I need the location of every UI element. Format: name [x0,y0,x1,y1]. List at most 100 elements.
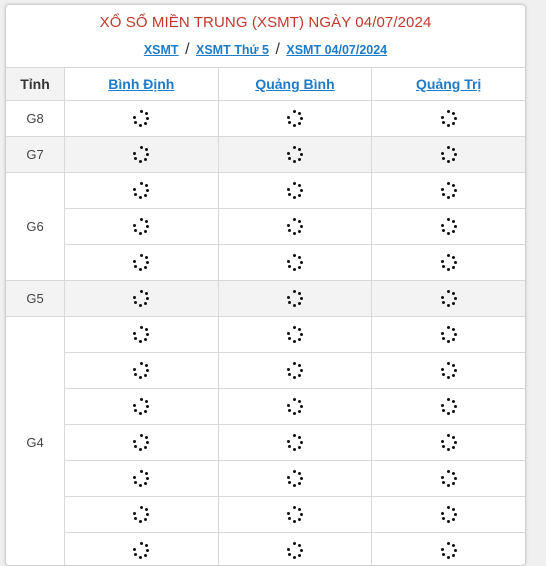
result-cell [65,209,219,245]
result-cell [372,137,526,173]
result-cell [218,317,372,353]
table-row [6,497,526,533]
prize-label: G6 [6,173,65,281]
loading-spinner-icon [441,398,457,414]
table-row [6,245,526,281]
loading-spinner-icon [133,362,149,378]
loading-spinner-icon [441,362,457,378]
loading-spinner-icon [133,470,149,486]
loading-spinner-icon [133,110,149,126]
result-cell [218,461,372,497]
results-table: Tỉnh Bình Định Quảng Bình Quảng Trị G8G7… [5,67,526,566]
loading-spinner-icon [441,218,457,234]
province-column-header: Quảng Trị [372,68,526,101]
result-cell [218,389,372,425]
result-cell [218,173,372,209]
result-cell [65,533,219,566]
breadcrumb: XSMT / XSMT Thứ 5 / XSMT 04/07/2024 [6,41,525,59]
table-row [6,425,526,461]
result-cell [218,209,372,245]
loading-spinner-icon [287,326,303,342]
table-row [6,389,526,425]
table-row [6,461,526,497]
page-title: XỔ SỐ MIỀN TRUNG (XSMT) NGÀY 04/07/2024 [6,14,525,31]
result-cell [218,281,372,317]
loading-spinner-icon [133,326,149,342]
province-header-label: Tỉnh [6,68,65,101]
result-cell [65,317,219,353]
result-cell [372,389,526,425]
result-cell [218,101,372,137]
result-cell [65,497,219,533]
loading-spinner-icon [287,110,303,126]
loading-spinner-icon [287,146,303,162]
result-cell [372,497,526,533]
result-cell [218,425,372,461]
loading-spinner-icon [441,254,457,270]
breadcrumb-xsmt-thu5-link[interactable]: XSMT Thứ 5 [196,43,269,57]
loading-spinner-icon [287,434,303,450]
province-link-quang-binh[interactable]: Quảng Bình [255,76,334,92]
result-cell [372,209,526,245]
table-row: G6 [6,173,526,209]
result-cell [218,533,372,566]
result-cell [372,317,526,353]
result-cell [372,461,526,497]
result-cell [218,245,372,281]
result-cell [65,281,219,317]
loading-spinner-icon [287,398,303,414]
prize-label: G5 [6,281,65,317]
province-link-binh-dinh[interactable]: Bình Định [108,76,174,92]
prize-label: G8 [6,101,65,137]
result-cell [218,353,372,389]
loading-spinner-icon [441,182,457,198]
prize-label: G4 [6,317,65,566]
result-cell [218,497,372,533]
loading-spinner-icon [133,254,149,270]
result-cell [65,389,219,425]
result-cell [65,245,219,281]
loading-spinner-icon [287,470,303,486]
loading-spinner-icon [287,362,303,378]
result-cell [372,173,526,209]
result-cell [372,533,526,566]
loading-spinner-icon [287,506,303,522]
breadcrumb-xsmt-link[interactable]: XSMT [144,43,179,57]
result-cell [218,137,372,173]
table-row: G4 [6,317,526,353]
result-cell [372,245,526,281]
loading-spinner-icon [133,398,149,414]
breadcrumb-separator: / [182,41,192,58]
breadcrumb-xsmt-date-link[interactable]: XSMT 04/07/2024 [286,43,387,57]
loading-spinner-icon [133,182,149,198]
loading-spinner-icon [133,506,149,522]
result-cell [372,353,526,389]
table-row: G5 [6,281,526,317]
province-column-header: Quảng Bình [218,68,372,101]
table-row [6,353,526,389]
loading-spinner-icon [441,110,457,126]
result-cell [372,101,526,137]
loading-spinner-icon [441,434,457,450]
table-row [6,209,526,245]
result-cell [372,425,526,461]
loading-spinner-icon [133,290,149,306]
loading-spinner-icon [133,146,149,162]
province-link-quang-tri[interactable]: Quảng Trị [416,76,481,92]
loading-spinner-icon [133,434,149,450]
loading-spinner-icon [441,470,457,486]
province-column-header: Bình Định [65,68,219,101]
loading-spinner-icon [441,146,457,162]
result-cell [372,281,526,317]
table-row: G7 [6,137,526,173]
loading-spinner-icon [441,506,457,522]
result-cell [65,461,219,497]
prize-label: G7 [6,137,65,173]
result-cell [65,101,219,137]
loading-spinner-icon [441,290,457,306]
table-header-row: Tỉnh Bình Định Quảng Bình Quảng Trị [6,68,526,101]
results-panel: XỔ SỐ MIỀN TRUNG (XSMT) NGÀY 04/07/2024 … [5,4,526,566]
table-row [6,533,526,566]
table-row: G8 [6,101,526,137]
loading-spinner-icon [441,326,457,342]
